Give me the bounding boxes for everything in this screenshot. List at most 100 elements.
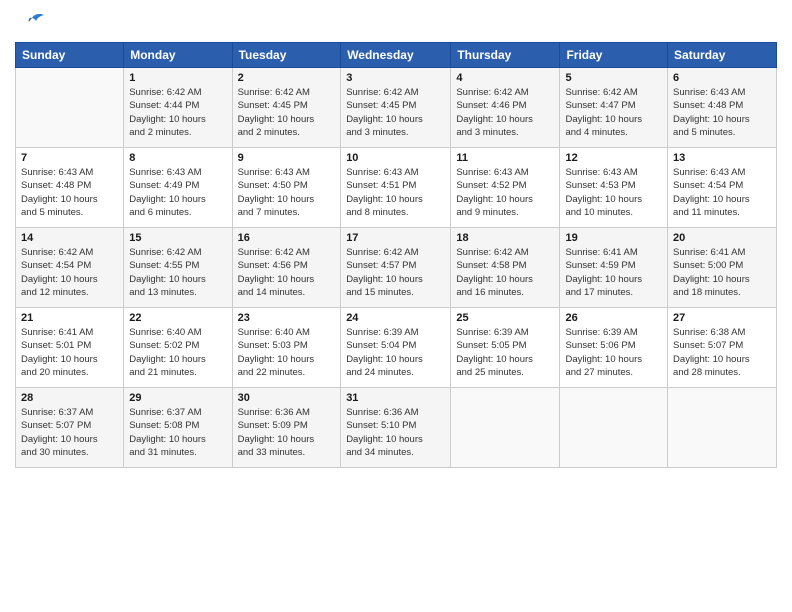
day-number: 9 <box>238 152 336 164</box>
day-info: Sunrise: 6:41 AMSunset: 5:00 PMDaylight:… <box>673 246 771 299</box>
weekday-header-saturday: Saturday <box>668 43 777 68</box>
calendar-table: SundayMondayTuesdayWednesdayThursdayFrid… <box>15 42 777 468</box>
day-number: 18 <box>456 232 554 244</box>
weekday-header-thursday: Thursday <box>451 43 560 68</box>
calendar-cell <box>16 68 124 148</box>
day-number: 4 <box>456 72 554 84</box>
calendar-cell: 26 Sunrise: 6:39 AMSunset: 5:06 PMDayligh… <box>560 308 668 388</box>
day-info: Sunrise: 6:38 AMSunset: 5:07 PMDaylight:… <box>673 326 771 379</box>
calendar-cell <box>560 388 668 468</box>
day-info: Sunrise: 6:41 AMSunset: 5:01 PMDaylight:… <box>21 326 118 379</box>
logo <box>15 10 46 34</box>
calendar-page: SundayMondayTuesdayWednesdayThursdayFrid… <box>0 0 792 612</box>
day-info: Sunrise: 6:42 AMSunset: 4:57 PMDaylight:… <box>346 246 445 299</box>
calendar-cell: 2 Sunrise: 6:42 AMSunset: 4:45 PMDaylight… <box>232 68 341 148</box>
day-info: Sunrise: 6:41 AMSunset: 4:59 PMDaylight:… <box>565 246 662 299</box>
day-info: Sunrise: 6:39 AMSunset: 5:06 PMDaylight:… <box>565 326 662 379</box>
day-info: Sunrise: 6:42 AMSunset: 4:55 PMDaylight:… <box>129 246 226 299</box>
day-info: Sunrise: 6:43 AMSunset: 4:52 PMDaylight:… <box>456 166 554 219</box>
calendar-cell: 4 Sunrise: 6:42 AMSunset: 4:46 PMDaylight… <box>451 68 560 148</box>
calendar-cell: 22 Sunrise: 6:40 AMSunset: 5:02 PMDayligh… <box>124 308 232 388</box>
day-number: 13 <box>673 152 771 164</box>
day-number: 30 <box>238 392 336 404</box>
day-info: Sunrise: 6:39 AMSunset: 5:05 PMDaylight:… <box>456 326 554 379</box>
day-number: 20 <box>673 232 771 244</box>
week-row-2: 7 Sunrise: 6:43 AMSunset: 4:48 PMDaylight… <box>16 148 777 228</box>
calendar-cell: 15 Sunrise: 6:42 AMSunset: 4:55 PMDayligh… <box>124 228 232 308</box>
day-info: Sunrise: 6:43 AMSunset: 4:48 PMDaylight:… <box>673 86 771 139</box>
day-info: Sunrise: 6:37 AMSunset: 5:07 PMDaylight:… <box>21 406 118 459</box>
calendar-cell: 28 Sunrise: 6:37 AMSunset: 5:07 PMDayligh… <box>16 388 124 468</box>
day-number: 6 <box>673 72 771 84</box>
day-info: Sunrise: 6:39 AMSunset: 5:04 PMDaylight:… <box>346 326 445 379</box>
day-number: 1 <box>129 72 226 84</box>
day-info: Sunrise: 6:43 AMSunset: 4:51 PMDaylight:… <box>346 166 445 219</box>
day-number: 25 <box>456 312 554 324</box>
calendar-cell: 24 Sunrise: 6:39 AMSunset: 5:04 PMDayligh… <box>341 308 451 388</box>
weekday-header-tuesday: Tuesday <box>232 43 341 68</box>
week-row-1: 1Sunrise: 6:42 AMSunset: 4:44 PMDaylight… <box>16 68 777 148</box>
calendar-cell: 10 Sunrise: 6:43 AMSunset: 4:51 PMDayligh… <box>341 148 451 228</box>
calendar-cell: 19 Sunrise: 6:41 AMSunset: 4:59 PMDayligh… <box>560 228 668 308</box>
day-info: Sunrise: 6:42 AMSunset: 4:54 PMDaylight:… <box>21 246 118 299</box>
day-number: 2 <box>238 72 336 84</box>
calendar-cell: 27 Sunrise: 6:38 AMSunset: 5:07 PMDayligh… <box>668 308 777 388</box>
day-info: Sunrise: 6:43 AMSunset: 4:49 PMDaylight:… <box>129 166 226 219</box>
calendar-cell: 13 Sunrise: 6:43 AMSunset: 4:54 PMDayligh… <box>668 148 777 228</box>
day-number: 23 <box>238 312 336 324</box>
day-number: 3 <box>346 72 445 84</box>
day-info: Sunrise: 6:36 AMSunset: 5:10 PMDaylight:… <box>346 406 445 459</box>
day-number: 10 <box>346 152 445 164</box>
day-number: 19 <box>565 232 662 244</box>
calendar-cell: 21Sunrise: 6:41 AMSunset: 5:01 PMDayligh… <box>16 308 124 388</box>
calendar-cell: 17 Sunrise: 6:42 AMSunset: 4:57 PMDayligh… <box>341 228 451 308</box>
week-row-4: 21Sunrise: 6:41 AMSunset: 5:01 PMDayligh… <box>16 308 777 388</box>
calendar-cell <box>451 388 560 468</box>
day-number: 27 <box>673 312 771 324</box>
week-row-3: 14 Sunrise: 6:42 AMSunset: 4:54 PMDayligh… <box>16 228 777 308</box>
calendar-cell: 6 Sunrise: 6:43 AMSunset: 4:48 PMDaylight… <box>668 68 777 148</box>
day-number: 8 <box>129 152 226 164</box>
weekday-header-friday: Friday <box>560 43 668 68</box>
calendar-cell: 11 Sunrise: 6:43 AMSunset: 4:52 PMDayligh… <box>451 148 560 228</box>
calendar-cell: 16Sunrise: 6:42 AMSunset: 4:56 PMDayligh… <box>232 228 341 308</box>
day-number: 14 <box>21 232 118 244</box>
day-info: Sunrise: 6:36 AMSunset: 5:09 PMDaylight:… <box>238 406 336 459</box>
day-info: Sunrise: 6:42 AMSunset: 4:46 PMDaylight:… <box>456 86 554 139</box>
day-number: 11 <box>456 152 554 164</box>
calendar-cell: 12 Sunrise: 6:43 AMSunset: 4:53 PMDayligh… <box>560 148 668 228</box>
day-number: 15 <box>129 232 226 244</box>
calendar-cell: 25 Sunrise: 6:39 AMSunset: 5:05 PMDayligh… <box>451 308 560 388</box>
week-row-5: 28 Sunrise: 6:37 AMSunset: 5:07 PMDayligh… <box>16 388 777 468</box>
calendar-cell: 14 Sunrise: 6:42 AMSunset: 4:54 PMDayligh… <box>16 228 124 308</box>
day-info: Sunrise: 6:43 AMSunset: 4:48 PMDaylight:… <box>21 166 118 219</box>
calendar-cell: 1Sunrise: 6:42 AMSunset: 4:44 PMDaylight… <box>124 68 232 148</box>
calendar-cell: 7 Sunrise: 6:43 AMSunset: 4:48 PMDaylight… <box>16 148 124 228</box>
day-number: 28 <box>21 392 118 404</box>
day-number: 12 <box>565 152 662 164</box>
day-info: Sunrise: 6:43 AMSunset: 4:54 PMDaylight:… <box>673 166 771 219</box>
calendar-cell <box>668 388 777 468</box>
header <box>15 10 777 34</box>
day-info: Sunrise: 6:42 AMSunset: 4:45 PMDaylight:… <box>346 86 445 139</box>
day-number: 17 <box>346 232 445 244</box>
day-number: 22 <box>129 312 226 324</box>
day-info: Sunrise: 6:40 AMSunset: 5:03 PMDaylight:… <box>238 326 336 379</box>
calendar-cell: 3 Sunrise: 6:42 AMSunset: 4:45 PMDaylight… <box>341 68 451 148</box>
day-info: Sunrise: 6:40 AMSunset: 5:02 PMDaylight:… <box>129 326 226 379</box>
day-info: Sunrise: 6:42 AMSunset: 4:45 PMDaylight:… <box>238 86 336 139</box>
day-number: 31 <box>346 392 445 404</box>
day-number: 24 <box>346 312 445 324</box>
day-number: 26 <box>565 312 662 324</box>
weekday-header-wednesday: Wednesday <box>341 43 451 68</box>
day-info: Sunrise: 6:37 AMSunset: 5:08 PMDaylight:… <box>129 406 226 459</box>
day-number: 7 <box>21 152 118 164</box>
calendar-cell: 20 Sunrise: 6:41 AMSunset: 5:00 PMDayligh… <box>668 228 777 308</box>
weekday-header-sunday: Sunday <box>16 43 124 68</box>
day-info: Sunrise: 6:43 AMSunset: 4:53 PMDaylight:… <box>565 166 662 219</box>
day-info: Sunrise: 6:42 AMSunset: 4:58 PMDaylight:… <box>456 246 554 299</box>
calendar-cell: 5Sunrise: 6:42 AMSunset: 4:47 PMDaylight… <box>560 68 668 148</box>
calendar-cell: 18 Sunrise: 6:42 AMSunset: 4:58 PMDayligh… <box>451 228 560 308</box>
calendar-cell: 31 Sunrise: 6:36 AMSunset: 5:10 PMDayligh… <box>341 388 451 468</box>
day-number: 16 <box>238 232 336 244</box>
